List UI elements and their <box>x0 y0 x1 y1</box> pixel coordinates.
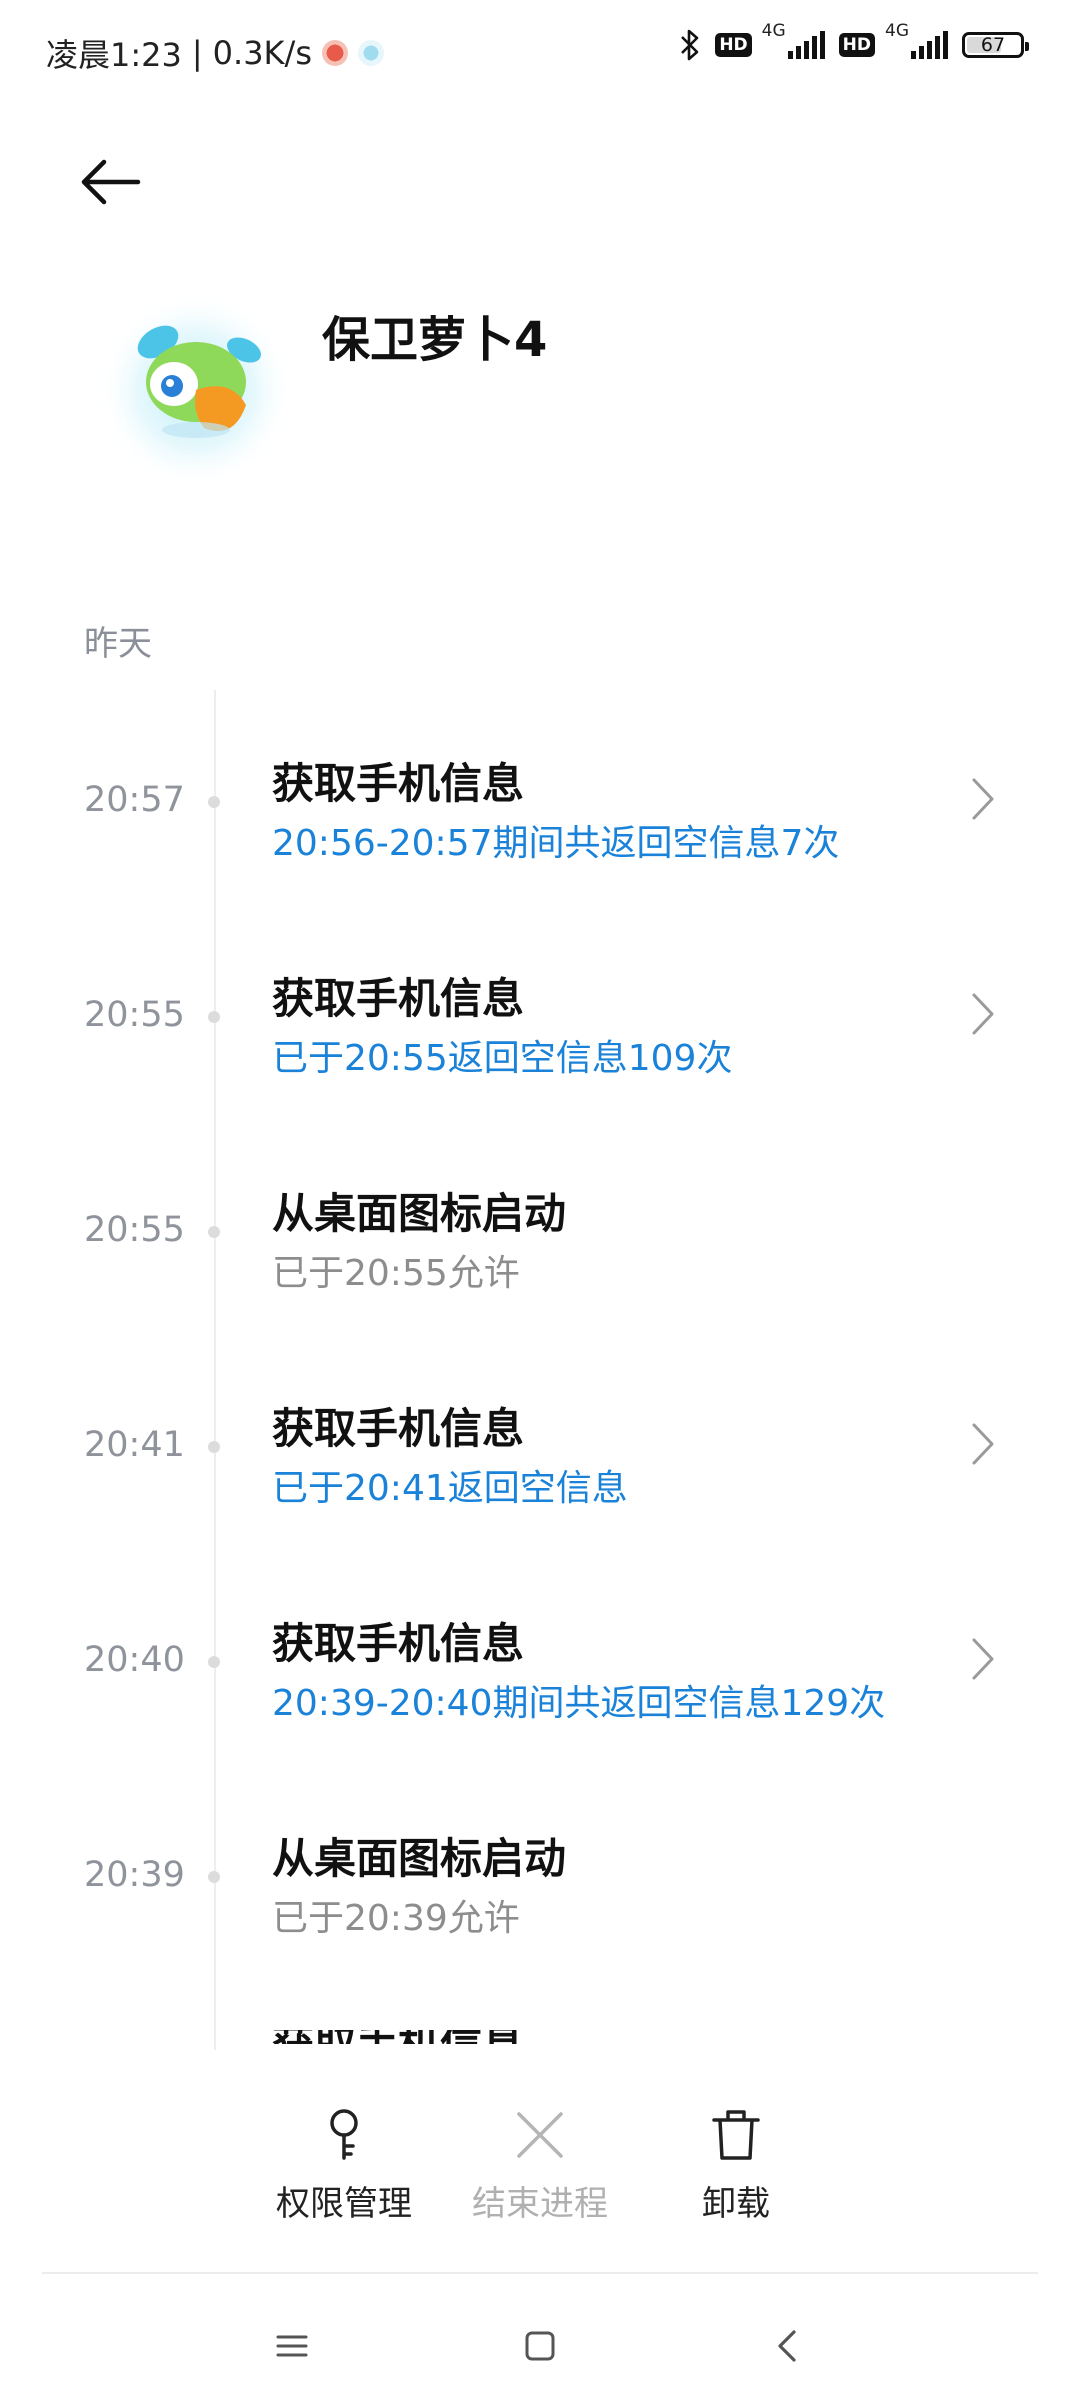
record-subtitle: 已于20:55允许 <box>272 1253 520 1294</box>
app-icon <box>98 292 294 488</box>
record-row[interactable]: 20:40 获取手机信息 20:39-20:40期间共返回空信息129次 <box>0 1560 1080 1740</box>
record-subtitle: 已于20:39允许 <box>272 1898 520 1939</box>
record-title: 获取手机信息 <box>272 1404 525 1453</box>
home-icon[interactable] <box>510 2316 570 2376</box>
permission-manage-button[interactable]: 权限管理 <box>264 2090 424 2225</box>
signal-icon: 4G <box>762 21 825 59</box>
hd-badge: HD <box>715 33 752 57</box>
record-row[interactable]: 20:57 获取手机信息 20:56-20:57期间共返回空信息7次 <box>0 700 1080 880</box>
uninstall-button[interactable]: 卸载 <box>656 2090 816 2225</box>
chevron-right-icon[interactable] <box>968 1421 998 1467</box>
partial-record-title: 获取手机信息 <box>272 2030 772 2044</box>
notification-app-icon-2 <box>357 40 384 66</box>
app-name: 保卫萝卜4 <box>322 312 548 368</box>
day-label: 昨天 <box>84 624 152 664</box>
timeline-dot <box>208 1441 220 1453</box>
end-process-button[interactable]: 结束进程 <box>460 2090 620 2225</box>
record-time: 20:55 <box>84 995 185 1035</box>
network-type: 4G <box>885 21 909 41</box>
timeline-dot <box>208 1226 220 1238</box>
record-time: 20:55 <box>84 1210 185 1250</box>
chevron-right-icon[interactable] <box>968 1636 998 1682</box>
status-right: HD 4G HD 4G 67 <box>679 21 1029 62</box>
trash-icon <box>712 2110 760 2160</box>
hd-badge: HD <box>838 33 875 57</box>
record-time: 20:39 <box>84 1855 185 1895</box>
uninstall-label: 卸载 <box>702 2184 770 2224</box>
chevron-right-icon[interactable] <box>968 991 998 1037</box>
record-time: 20:40 <box>84 1640 185 1680</box>
record-subtitle: 已于20:55返回空信息109次 <box>272 1038 733 1079</box>
chevron-right-icon[interactable] <box>968 776 998 822</box>
permission-manage-label: 权限管理 <box>276 2184 412 2224</box>
notification-app-icon <box>321 40 348 66</box>
bluetooth-icon <box>681 29 699 61</box>
record-subtitle: 20:39-20:40期间共返回空信息129次 <box>272 1683 886 1724</box>
timeline-dot <box>208 1011 220 1023</box>
divider <box>42 2272 1038 2274</box>
timeline-dot <box>208 1656 220 1668</box>
status-left: 凌晨1:23 | 0.3K/s <box>46 30 384 76</box>
close-icon <box>517 2112 563 2158</box>
back-icon[interactable] <box>758 2316 818 2376</box>
network-speed: 0.3K/s <box>212 34 312 72</box>
network-type: 4G <box>761 21 786 41</box>
record-row: 20:55 从桌面图标启动已于20:55允许 <box>0 1130 1080 1310</box>
timeline-dot <box>208 1871 220 1883</box>
status-separator: | <box>191 34 203 72</box>
bottom-actions: 权限管理 结束进程 卸载 <box>0 2090 1080 2240</box>
record-row: 20:39 从桌面图标启动已于20:39允许 <box>0 1775 1080 1955</box>
record-time: 20:57 <box>84 780 185 820</box>
record-title: 从桌面图标启动 <box>272 1189 567 1238</box>
record-row[interactable]: 20:55 获取手机信息已于20:55返回空信息109次 <box>0 915 1080 1095</box>
navigation-bar <box>0 2290 1080 2400</box>
record-row[interactable]: 20:41 获取手机信息已于20:41返回空信息 <box>0 1345 1080 1525</box>
key-icon <box>330 2109 358 2160</box>
record-title: 获取手机信息 <box>272 759 525 808</box>
menu-icon[interactable] <box>262 2316 322 2376</box>
back-arrow-icon[interactable] <box>74 152 144 212</box>
battery-icon: 67 <box>962 32 1029 58</box>
signal-icon: 4G <box>885 21 948 59</box>
record-subtitle: 20:56-20:57期间共返回空信息7次 <box>272 823 840 864</box>
record-title: 获取手机信息 <box>272 974 525 1023</box>
timeline-dot <box>208 796 220 808</box>
status-bar: 凌晨1:23 | 0.3K/s HD 4G HD 4G 67 <box>0 0 1080 100</box>
record-subtitle: 已于20:41返回空信息 <box>272 1468 628 1509</box>
record-title: 从桌面图标启动 <box>272 1834 567 1883</box>
record-time: 20:41 <box>84 1425 185 1465</box>
battery-level: 67 <box>980 34 1006 56</box>
end-process-label: 结束进程 <box>472 2184 608 2224</box>
status-time: 凌晨1:23 <box>46 36 182 74</box>
record-title: 获取手机信息 <box>272 1619 525 1668</box>
